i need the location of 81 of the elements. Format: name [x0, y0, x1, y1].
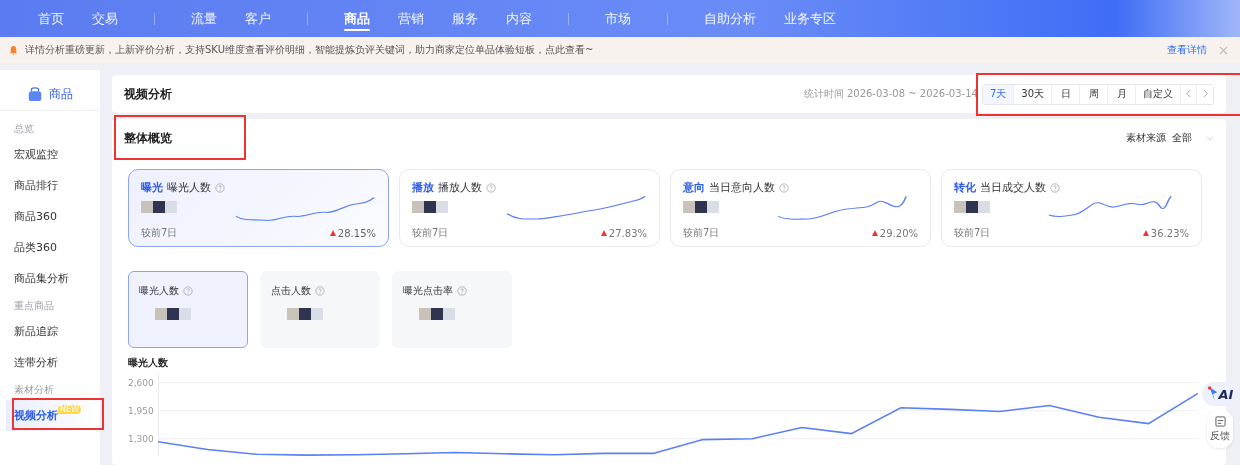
help-icon[interactable] — [486, 182, 496, 193]
blurred-value-block — [954, 201, 990, 213]
metric-name: 曝光人数 — [167, 180, 211, 195]
metric-tag: 播放 — [412, 180, 434, 195]
sidebar-item[interactable]: 商品排行 — [14, 178, 58, 193]
compare-label: 较前7日 — [141, 226, 178, 240]
metric-name: 点击人数 — [271, 284, 311, 298]
sidebar-item[interactable]: 商品360 — [14, 209, 57, 224]
ai-assistant-button[interactable]: AI — [1202, 382, 1238, 406]
metric-card[interactable]: 转化 当日成交人数 较前7日 36.23% — [941, 169, 1202, 247]
section-title: 整体概览 — [124, 129, 173, 147]
metric-tag: 意向 — [683, 180, 705, 195]
feedback-button[interactable]: 反馈 — [1207, 410, 1233, 448]
sidebar-group-label: 素材分析 — [13, 383, 55, 397]
compare-label: 较前7日 — [954, 226, 991, 240]
sub-metric-card[interactable]: 曝光人数 — [128, 271, 248, 348]
sidebar-item[interactable]: 连带分析 — [14, 355, 58, 370]
up-triangle-icon — [871, 230, 878, 236]
sidebar-title: 商品 — [49, 85, 73, 103]
source-dropdown[interactable]: 全部 — [1172, 131, 1214, 145]
page-title: 视频分析 — [124, 85, 173, 103]
change-percent: 27.83% — [608, 227, 647, 239]
help-icon[interactable] — [1050, 182, 1060, 193]
compare-label: 较前7日 — [683, 226, 720, 240]
up-triangle-icon — [1142, 230, 1149, 236]
chart-title: 曝光人数 — [128, 356, 169, 370]
metric-card[interactable]: 意向 当日意向人数 较前7日 29.20% — [670, 169, 931, 247]
chevron-left-icon — [1185, 88, 1192, 98]
sub-metric-card[interactable]: 曝光点击率 — [392, 271, 512, 348]
blurred-value-block — [419, 308, 455, 320]
sub-metric-card[interactable]: 点击人数 — [260, 271, 380, 348]
close-icon[interactable] — [1219, 45, 1228, 55]
nav-tab[interactable]: 首页 — [24, 0, 78, 37]
metric-name: 曝光人数 — [139, 284, 179, 298]
metric-name: 曝光点击率 — [403, 284, 453, 298]
change-percent: 36.23% — [1150, 227, 1189, 239]
blurred-value-block — [155, 308, 191, 320]
chevron-down-icon — [1206, 135, 1214, 141]
blurred-value-block — [287, 308, 323, 320]
up-triangle-icon — [600, 230, 607, 236]
metric-name: 播放人数 — [438, 180, 482, 195]
metric-name: 当日意向人数 — [709, 180, 775, 195]
sidebar-item[interactable]: 商品集分析 — [14, 271, 69, 286]
sidebar-item[interactable]: 视频分析 — [14, 408, 58, 423]
shopping-bag-icon — [27, 86, 43, 102]
blurred-value-block — [141, 201, 177, 213]
help-icon[interactable] — [457, 286, 467, 296]
chevron-right-icon — [1201, 88, 1209, 98]
metric-card[interactable]: 曝光 曝光人数 较前7日 28.15% — [128, 169, 389, 247]
sidebar-group-label: 总览 — [13, 122, 35, 136]
help-icon[interactable] — [779, 182, 789, 193]
bell-icon — [8, 44, 19, 56]
sidebar-group-label: 重点商品 — [13, 299, 55, 313]
y-axis-label: 1,300 — [128, 432, 154, 445]
metric-tag: 转化 — [954, 180, 976, 195]
change-percent: 28.15% — [337, 227, 376, 239]
edit-note-icon — [1214, 415, 1226, 427]
sidebar-item[interactable]: 宏观监控 — [14, 147, 58, 162]
compare-label: 较前7日 — [412, 226, 449, 240]
sidebar-item[interactable]: 品类360 — [14, 240, 57, 255]
blurred-value-block — [683, 201, 719, 213]
help-icon[interactable] — [315, 286, 325, 296]
help-icon[interactable] — [215, 182, 225, 193]
nav-tab[interactable]: 流量 — [177, 0, 231, 37]
y-axis-label: 1,950 — [128, 404, 154, 417]
metric-card[interactable]: 播放 播放人数 较前7日 27.83% — [399, 169, 660, 247]
metric-name: 当日成交人数 — [980, 180, 1046, 195]
nav-tab[interactable]: 交易 — [78, 0, 132, 37]
view-details-link[interactable]: 查看详情 — [1167, 43, 1207, 57]
help-icon[interactable] — [183, 286, 193, 296]
new-badge: NEW — [58, 405, 81, 414]
up-triangle-icon — [329, 230, 336, 236]
y-axis-label: 2,600 — [128, 376, 154, 389]
date-range-button[interactable]: 7天 — [982, 84, 1015, 104]
metric-tag: 曝光 — [141, 180, 163, 195]
change-percent: 29.20% — [879, 227, 918, 239]
stat-time-text: 统计时间 2026-03-08 ~ 2026-03-14 — [803, 87, 978, 101]
blurred-value-block — [412, 201, 448, 213]
sidebar-item[interactable]: 新品追踪 — [14, 324, 58, 339]
source-label: 素材来源 — [1126, 131, 1166, 145]
notice-text: 详情分析重磅更新，上新评价分析，支持SKU维度查看评价明细，智能提炼负评关键词，助力商家定位单品体验短板，点此查看~ — [25, 43, 595, 57]
